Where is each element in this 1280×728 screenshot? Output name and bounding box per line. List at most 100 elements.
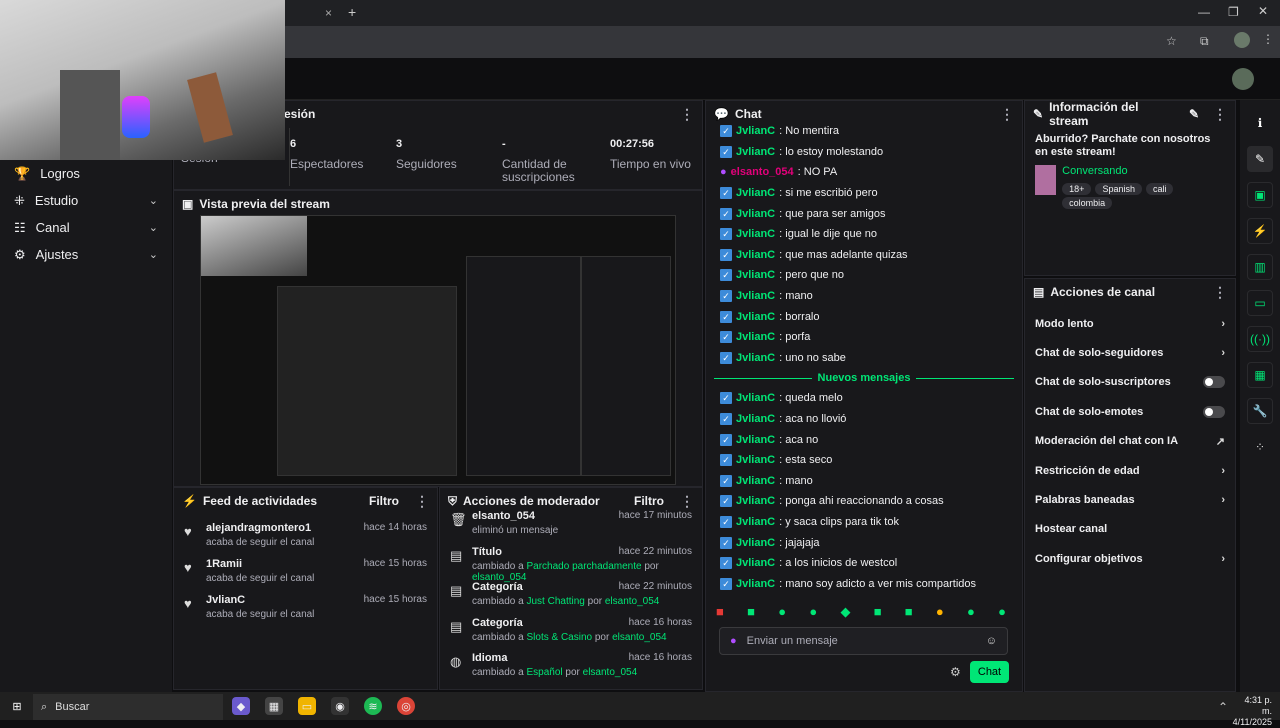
more-icon[interactable]: ⋮: [1213, 285, 1227, 299]
chat-username[interactable]: JvlianC: [736, 516, 775, 528]
panel-icon[interactable]: ▦: [1247, 362, 1273, 388]
channel-action-5[interactable]: Moderación del chat con IA ↗: [1025, 427, 1235, 456]
user-avatar[interactable]: [1232, 68, 1254, 90]
chat-username[interactable]: JvlianC: [736, 146, 775, 158]
mic-icon[interactable]: ●: [730, 635, 737, 647]
channel-action-1[interactable]: Modo lento ›: [1025, 309, 1235, 338]
stat-label: Espectadores: [290, 157, 364, 171]
channel-action-8[interactable]: Hostear canal: [1025, 515, 1235, 544]
tag[interactable]: 18+: [1062, 183, 1092, 195]
wrench-icon[interactable]: 🔧: [1247, 398, 1273, 424]
chat-username[interactable]: JvlianC: [736, 352, 775, 364]
edit-icon[interactable]: ✎: [1189, 107, 1199, 121]
sidebar-item-logros[interactable]: 🏆 Logros: [0, 160, 172, 187]
clip-icon[interactable]: ▣: [1247, 182, 1273, 208]
chat-input[interactable]: ● Enviar un mensaje ☺: [719, 627, 1008, 655]
emote-icon[interactable]: ◆: [840, 604, 850, 620]
more-icon[interactable]: ⋮: [1213, 107, 1227, 121]
tag[interactable]: cali: [1145, 183, 1174, 195]
channel-action-3[interactable]: Chat de solo-suscriptores: [1025, 368, 1235, 397]
chrome-icon[interactable]: ◎: [397, 697, 415, 715]
chat-username[interactable]: JvlianC: [736, 495, 775, 507]
mod-action-icon: ▤: [450, 547, 463, 563]
obs-icon[interactable]: ◉: [331, 697, 349, 715]
channel-action-6[interactable]: Restricción de edad ›: [1025, 456, 1235, 485]
channel-action-7[interactable]: Palabras baneadas ›: [1025, 485, 1235, 514]
sidebar-item-estudio[interactable]: ⁜ Estudio ⌄: [0, 187, 172, 214]
chat-username[interactable]: JvlianC: [736, 290, 775, 302]
new-tab-button[interactable]: +: [348, 4, 356, 20]
copilot-icon[interactable]: ◆: [232, 697, 250, 715]
chat-username[interactable]: JvlianC: [736, 434, 775, 446]
menu-icon[interactable]: ⋮: [1262, 32, 1274, 46]
chat-username[interactable]: JvlianC: [736, 331, 775, 343]
sidebar-item-canal[interactable]: ☷ Canal ⌄: [0, 214, 172, 241]
explorer-icon[interactable]: ▭: [298, 697, 316, 715]
chat-username[interactable]: JvlianC: [736, 208, 775, 220]
windows-start-icon[interactable]: ⊞: [8, 697, 26, 715]
chat-username[interactable]: JvlianC: [736, 269, 775, 281]
extensions-icon[interactable]: ⧉: [1200, 34, 1209, 49]
more-icon[interactable]: ⋮: [415, 494, 429, 508]
emote-icon[interactable]: ■: [747, 604, 755, 620]
channel-action-4[interactable]: Chat de solo-emotes: [1025, 397, 1235, 426]
profile-avatar[interactable]: [1234, 32, 1250, 48]
sidebar-item-ajustes[interactable]: ⚙ Ajustes ⌄: [0, 241, 172, 268]
filter-button[interactable]: Filtro: [369, 494, 399, 508]
chat-icon[interactable]: ▭: [1247, 290, 1273, 316]
spotify-icon[interactable]: ≋: [364, 697, 382, 715]
chat-settings-icon[interactable]: ⚙: [950, 665, 961, 679]
chat-username[interactable]: JvlianC: [736, 392, 775, 404]
chat-username[interactable]: JvlianC: [736, 311, 775, 323]
minimize-icon[interactable]: —: [1198, 5, 1210, 19]
edit-icon[interactable]: ✎: [1247, 146, 1273, 172]
store-icon[interactable]: ▦: [265, 697, 283, 715]
more-icon[interactable]: ⋮: [680, 107, 694, 121]
chat-username[interactable]: JvlianC: [736, 249, 775, 261]
toggle-switch[interactable]: [1203, 376, 1225, 389]
chevron-right-icon: ›: [1221, 347, 1225, 360]
close-tab-button[interactable]: ×: [325, 6, 332, 20]
category-link[interactable]: Conversando: [1062, 165, 1225, 177]
chat-username[interactable]: JvlianC: [736, 125, 775, 137]
preview-nested: [277, 286, 457, 476]
emote-icon[interactable]: ●: [936, 604, 944, 620]
taskbar-search[interactable]: ⌕ Buscar: [33, 694, 223, 720]
filter-button[interactable]: Filtro: [634, 494, 664, 508]
chat-username[interactable]: JvlianC: [736, 578, 775, 590]
chat-username[interactable]: JvlianC: [736, 557, 775, 569]
more-icon[interactable]: ⋮: [680, 494, 694, 508]
emote-icon[interactable]: ●: [809, 604, 817, 620]
toggle-switch[interactable]: [1203, 405, 1225, 418]
info-icon[interactable]: ℹ: [1247, 110, 1273, 136]
channel-action-2[interactable]: Chat de solo-seguidores ›: [1025, 338, 1235, 367]
star-icon[interactable]: ☆: [1166, 34, 1177, 48]
more-icon[interactable]: ⋮: [1000, 107, 1014, 121]
bolt-icon[interactable]: ⚡: [1247, 218, 1273, 244]
chat-username[interactable]: JvlianC: [736, 413, 775, 425]
stream-preview-video[interactable]: [200, 215, 676, 485]
add-action-icon[interactable]: ⁘: [1247, 434, 1273, 460]
file-icon[interactable]: ▥: [1247, 254, 1273, 280]
emote-icon[interactable]: ●: [778, 604, 786, 620]
emote-icon[interactable]: ■: [716, 604, 724, 620]
chat-username[interactable]: JvlianC: [736, 187, 775, 199]
chat-username[interactable]: JvlianC: [736, 537, 775, 549]
chat-username[interactable]: JvlianC: [736, 475, 775, 487]
tray-chevron-icon[interactable]: ⌃: [1218, 700, 1228, 714]
emote-icon[interactable]: ●: [967, 604, 975, 620]
emote-icon[interactable]: ●: [998, 604, 1006, 620]
emote-icon[interactable]: ■: [874, 604, 882, 620]
chat-send-button[interactable]: Chat: [970, 661, 1009, 683]
tag[interactable]: Spanish: [1095, 183, 1142, 195]
chat-username[interactable]: elsanto_054: [731, 166, 794, 178]
chat-username[interactable]: JvlianC: [736, 228, 775, 240]
tag[interactable]: colombia: [1062, 197, 1113, 209]
emoji-icon[interactable]: ☺: [986, 635, 997, 647]
broadcast-icon[interactable]: ((·)): [1247, 326, 1273, 352]
channel-action-9[interactable]: Configurar objetivos ›: [1025, 544, 1235, 573]
chat-username[interactable]: JvlianC: [736, 454, 775, 466]
restore-icon[interactable]: ❐: [1228, 5, 1239, 19]
emote-icon[interactable]: ■: [905, 604, 913, 620]
close-window-icon[interactable]: ✕: [1258, 4, 1268, 18]
